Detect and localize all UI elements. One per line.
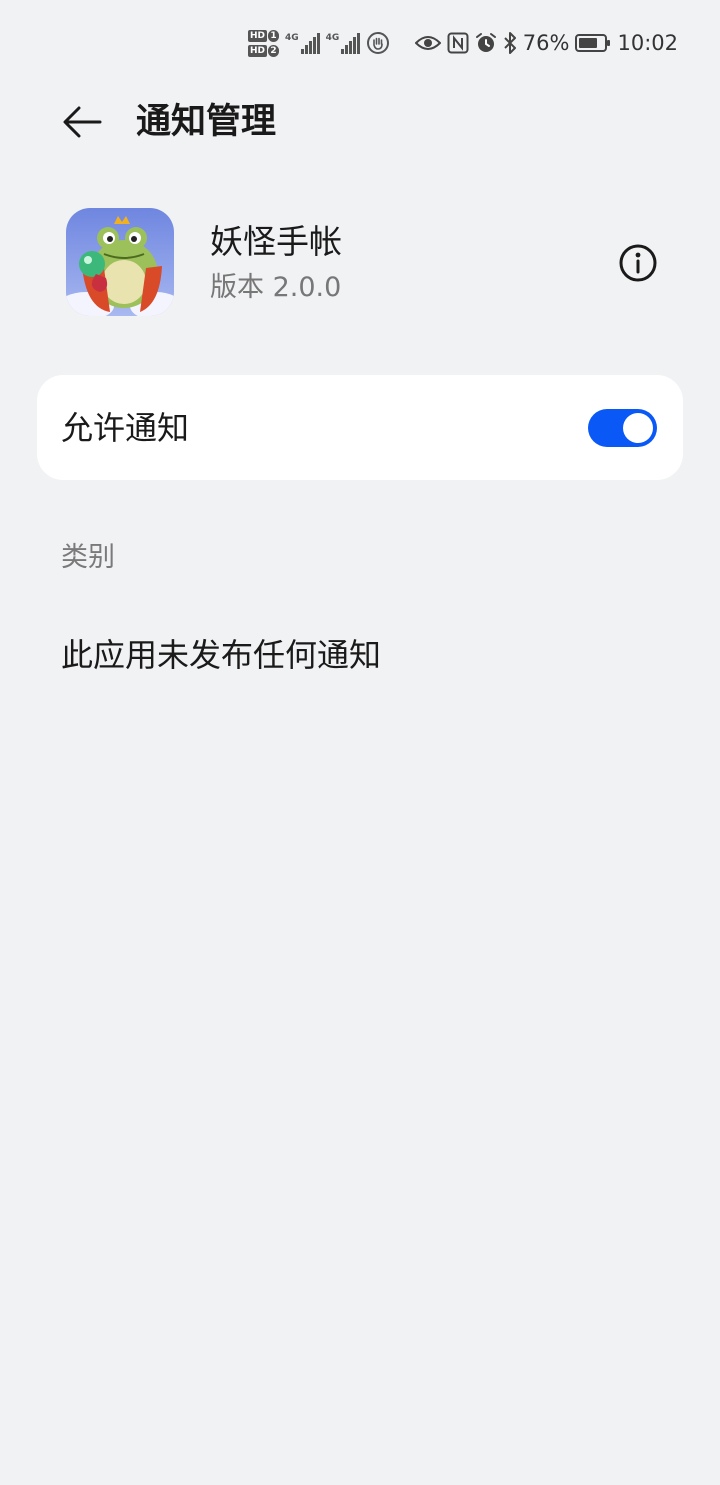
hd2-num: 2 [268, 44, 280, 57]
nfc-icon [447, 32, 469, 54]
app-info-button[interactable] [614, 239, 662, 287]
battery-icon [575, 33, 611, 53]
status-bar-left: HD 1 HD 2 4G 4G [248, 24, 390, 62]
bluetooth-icon [503, 31, 517, 55]
allow-notifications-card: 允许通知 [37, 375, 683, 480]
net1-label: 4G [285, 32, 299, 43]
hand-icon [366, 31, 390, 55]
app-info-row: 妖怪手帐 版本 2.0.0 [0, 204, 720, 322]
category-header: 类别 [61, 542, 115, 573]
back-arrow-icon [63, 106, 102, 138]
hd-sim-icon: HD 1 HD 2 [248, 29, 280, 57]
toggle-knob [623, 413, 653, 443]
info-icon [619, 244, 657, 282]
signal-icon: 4G [285, 32, 320, 54]
hd1-num: 1 [268, 29, 280, 42]
no-notifications-message: 此应用未发布任何通知 [61, 636, 382, 674]
title-bar: 通知管理 [0, 86, 720, 158]
net2-label: 4G [325, 32, 340, 43]
alarm-icon [475, 32, 497, 54]
allow-notifications-label: 允许通知 [61, 409, 190, 447]
status-bar: HD 1 HD 2 4G 4G 76% 10:02 [0, 0, 720, 86]
clock: 10:02 [617, 31, 678, 55]
back-button[interactable] [56, 98, 108, 146]
app-name: 妖怪手帐 [210, 222, 342, 261]
hd1-label: HD [248, 29, 268, 42]
app-icon [66, 208, 174, 316]
page-title: 通知管理 [136, 102, 277, 142]
eye-icon [414, 33, 441, 53]
allow-notifications-toggle[interactable] [588, 409, 657, 447]
signal-icon: 4G [325, 32, 361, 54]
app-version: 版本 2.0.0 [210, 272, 342, 303]
status-bar-right: 76% 10:02 [414, 24, 678, 62]
hd2-label: HD [248, 44, 268, 57]
battery-percent: 76% [522, 31, 570, 55]
